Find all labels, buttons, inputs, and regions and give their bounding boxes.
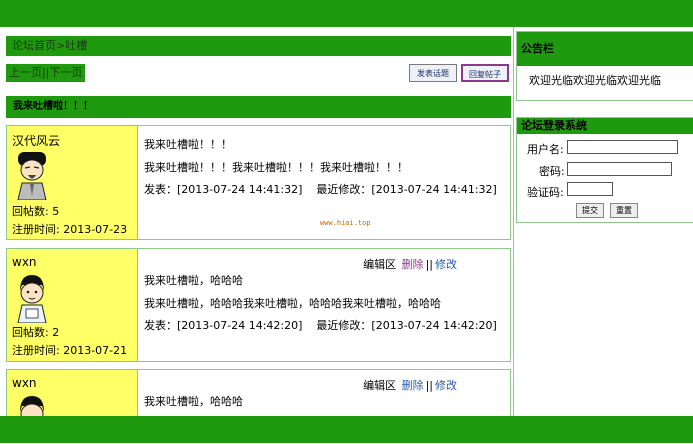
prev-page-link[interactable]: 上一页 [9, 66, 42, 79]
login-header: 论坛登录系统 [517, 118, 693, 134]
reply-count: 回帖数: 2 [12, 326, 60, 339]
notice-panel: 公告栏 欢迎光临欢迎光临欢迎光临 [516, 31, 693, 101]
post-author-name[interactable]: wxn [12, 255, 37, 269]
reply-post-button[interactable]: 回复帖子 [461, 64, 509, 82]
post-body: 我来吐槽啦，哈哈哈我来吐槽啦，哈哈哈我来吐槽啦，哈哈哈 [144, 297, 441, 310]
new-topic-button[interactable]: 发表话题 [409, 64, 457, 82]
edit-separator: || [425, 379, 433, 392]
post-timestamps: 发表：[2013-07-24 14:42:20] 最近修改：[2013-07-2… [144, 317, 497, 333]
login-panel: 论坛登录系统 用户名: 密码: 验证码: 提交 重置 [516, 117, 693, 223]
username-field[interactable] [567, 140, 678, 154]
post-author-panel: wxn 回帖数: 2 注册时间: 2013-07-21 [7, 249, 138, 361]
edit-area: 编辑区 删除 || 修改 [362, 377, 458, 393]
edit-separator: || [425, 258, 433, 271]
post-body: 我来吐槽啦！！！我来吐槽啦！！！我来吐槽啦！！！ [144, 161, 408, 174]
watermark: www.hiai.top [320, 219, 371, 227]
post-title: 我来吐槽啦，哈哈哈 [144, 274, 243, 287]
avatar [17, 275, 47, 323]
password-field[interactable] [567, 162, 672, 176]
delete-link[interactable]: 删除 [402, 258, 424, 271]
post-modified-time: 最近修改：[2013-07-24 14:42:20] [316, 319, 497, 332]
bottom-banner [0, 416, 693, 443]
pager: 上一页||下一页 [6, 64, 86, 82]
modify-link[interactable]: 修改 [435, 258, 457, 271]
register-time: 注册时间: 2013-07-21 [12, 344, 128, 357]
avatar [17, 152, 47, 200]
login-reset-button[interactable]: 重置 [610, 203, 638, 218]
login-submit-button[interactable]: 提交 [576, 203, 604, 218]
captcha-label: 验证码: [527, 186, 564, 199]
edit-area: 编辑区 删除 || 修改 [362, 256, 458, 272]
password-label: 密码: [539, 165, 565, 178]
register-time: 注册时间: 2013-07-23 [12, 223, 128, 236]
top-banner [0, 0, 693, 27]
post-item: 汉代风云 回帖数: 5 注册时间: 2013-07-23 我来吐槽啦！！！ 我来… [6, 125, 511, 240]
username-label: 用户名: [527, 143, 564, 156]
post-title: 我来吐槽啦！！！ [144, 138, 232, 151]
post-author-name[interactable]: 汉代风云 [12, 132, 60, 149]
post-posted-time: 发表：[2013-07-24 14:41:32] [144, 183, 303, 196]
breadcrumb-current: 吐槽 [65, 39, 88, 52]
post-author-panel: 汉代风云 回帖数: 5 注册时间: 2013-07-23 [7, 126, 138, 239]
notice-header: 公告栏 [517, 32, 693, 66]
edit-area-label: 编辑区 [363, 379, 397, 392]
thread-title-bar: 我来吐槽啦！！！ [6, 96, 511, 118]
thread-title: 我来吐槽啦！！！ [13, 101, 93, 112]
post-title: 我来吐槽啦，哈哈哈 [144, 395, 243, 408]
reply-count: 回帖数: 5 [12, 205, 60, 218]
modify-link[interactable]: 修改 [435, 379, 457, 392]
post-item: wxn 回帖数: 2 注册时间: 2013-07-21 编辑区 删除 || 修改 我… [6, 248, 511, 362]
breadcrumb-home-link[interactable]: 论坛首页 [12, 39, 56, 52]
edit-area-label: 编辑区 [363, 258, 397, 271]
next-page-link[interactable]: 下一页 [49, 66, 82, 79]
captcha-field[interactable] [567, 182, 613, 196]
breadcrumb-separator: > [56, 39, 66, 52]
breadcrumb: 论坛首页>吐槽 [6, 36, 511, 56]
post-posted-time: 发表：[2013-07-24 14:42:20] [144, 319, 303, 332]
column-divider [513, 27, 514, 416]
delete-link[interactable]: 删除 [402, 379, 424, 392]
post-timestamps: 发表：[2013-07-24 14:41:32] 最近修改：[2013-07-2… [144, 181, 497, 197]
post-author-name[interactable]: wxn [12, 376, 37, 390]
post-modified-time: 最近修改：[2013-07-24 14:41:32] [316, 183, 497, 196]
notice-text: 欢迎光临欢迎光临欢迎光临 [529, 74, 661, 87]
